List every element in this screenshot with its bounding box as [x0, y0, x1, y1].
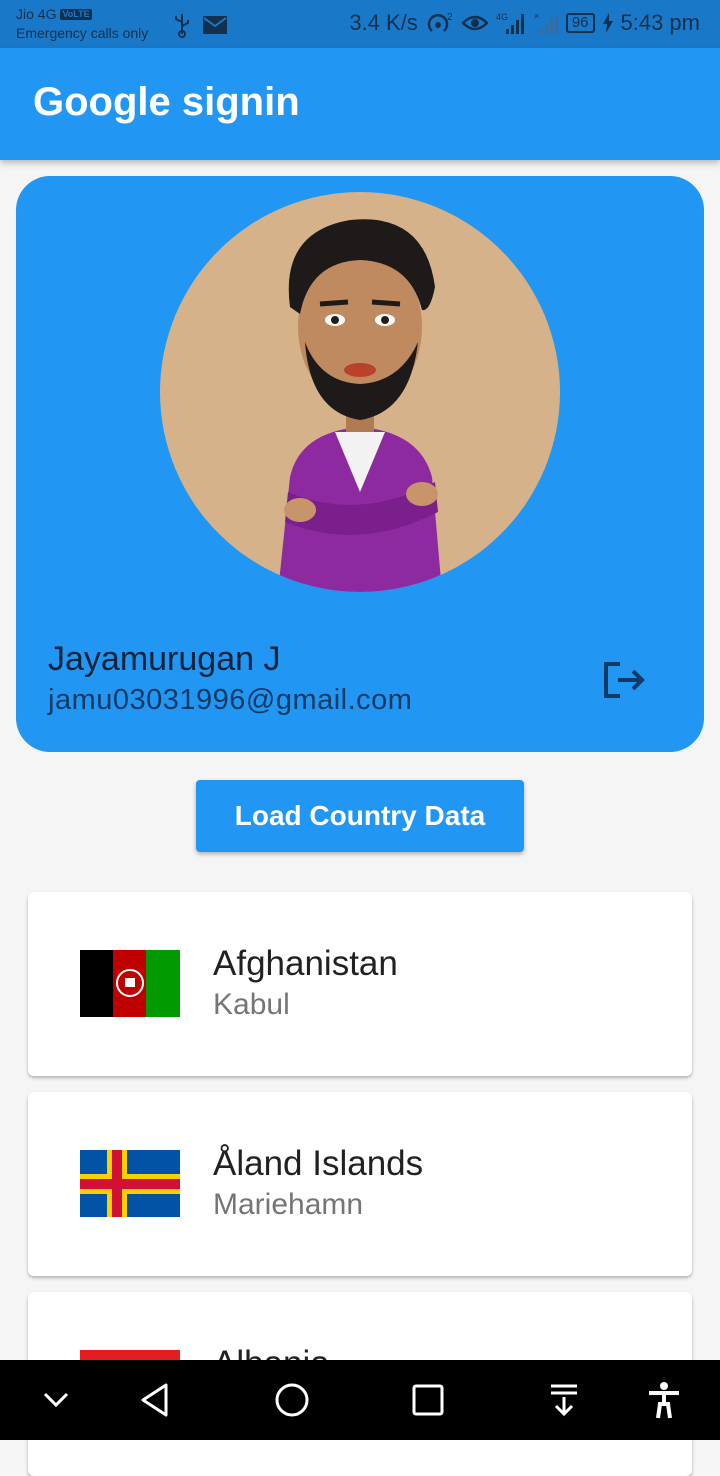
profile-card: Jayamurugan J jamu03031996@gmail.com — [16, 176, 704, 752]
country-card-aland[interactable]: Åland Islands Mariehamn — [28, 1092, 692, 1276]
usb-icon — [175, 14, 189, 38]
afghanistan-flag-icon — [80, 950, 180, 1017]
notifications-pulldown-icon[interactable] — [544, 1380, 584, 1420]
logout-icon[interactable] — [602, 660, 646, 700]
load-country-data-button[interactable]: Load Country Data — [196, 780, 524, 852]
status-right: 3.4 K/s 2 4G × 96 5:43 pm — [349, 10, 700, 36]
country-capital: Mariehamn — [213, 1188, 364, 1221]
emergency-label: Emergency calls only — [16, 25, 149, 41]
volte-badge: VoLTE — [60, 9, 92, 20]
carrier-label: Jio 4G — [16, 6, 57, 22]
eye-comfort-icon — [461, 15, 488, 31]
svg-text:2: 2 — [447, 12, 453, 23]
user-email: jamu03031996@gmail.com — [48, 684, 413, 716]
charging-icon — [602, 13, 613, 33]
mail-icon — [203, 16, 227, 34]
user-name: Jayamurugan J — [48, 640, 281, 678]
home-icon[interactable] — [272, 1380, 312, 1420]
status-notif-icons — [172, 12, 228, 38]
signal-4g-icon: 4G — [496, 12, 524, 34]
svg-text:4G: 4G — [496, 12, 508, 22]
country-capital: Kabul — [213, 988, 290, 1021]
accessibility-icon[interactable] — [644, 1380, 684, 1420]
status-bar: Jio 4G VoLTE Emergency calls only 3.4 K/… — [0, 0, 720, 48]
hotspot-icon: 2 — [427, 12, 453, 32]
country-card-afghanistan[interactable]: Afghanistan Kabul — [28, 892, 692, 1076]
status-left: Jio 4G VoLTE Emergency calls only — [16, 5, 148, 43]
recents-icon[interactable] — [408, 1380, 448, 1420]
hide-nav-icon[interactable] — [36, 1380, 76, 1420]
signal-icon: × — [534, 11, 558, 34]
avatar-caricature-image — [278, 219, 442, 592]
back-icon[interactable] — [136, 1380, 176, 1420]
svg-text:×: × — [534, 11, 539, 21]
page-title: Google signin — [33, 80, 300, 124]
country-name: Åland Islands — [213, 1144, 424, 1183]
clock: 5:43 pm — [620, 10, 701, 35]
system-nav-bar — [0, 1360, 720, 1440]
avatar — [160, 192, 560, 592]
aland-flag-icon — [80, 1150, 180, 1217]
app-bar: Google signin — [0, 48, 720, 160]
battery-icon: 96 — [565, 13, 595, 33]
country-name: Afghanistan — [213, 944, 398, 983]
net-speed: 3.4 K/s — [349, 10, 418, 35]
